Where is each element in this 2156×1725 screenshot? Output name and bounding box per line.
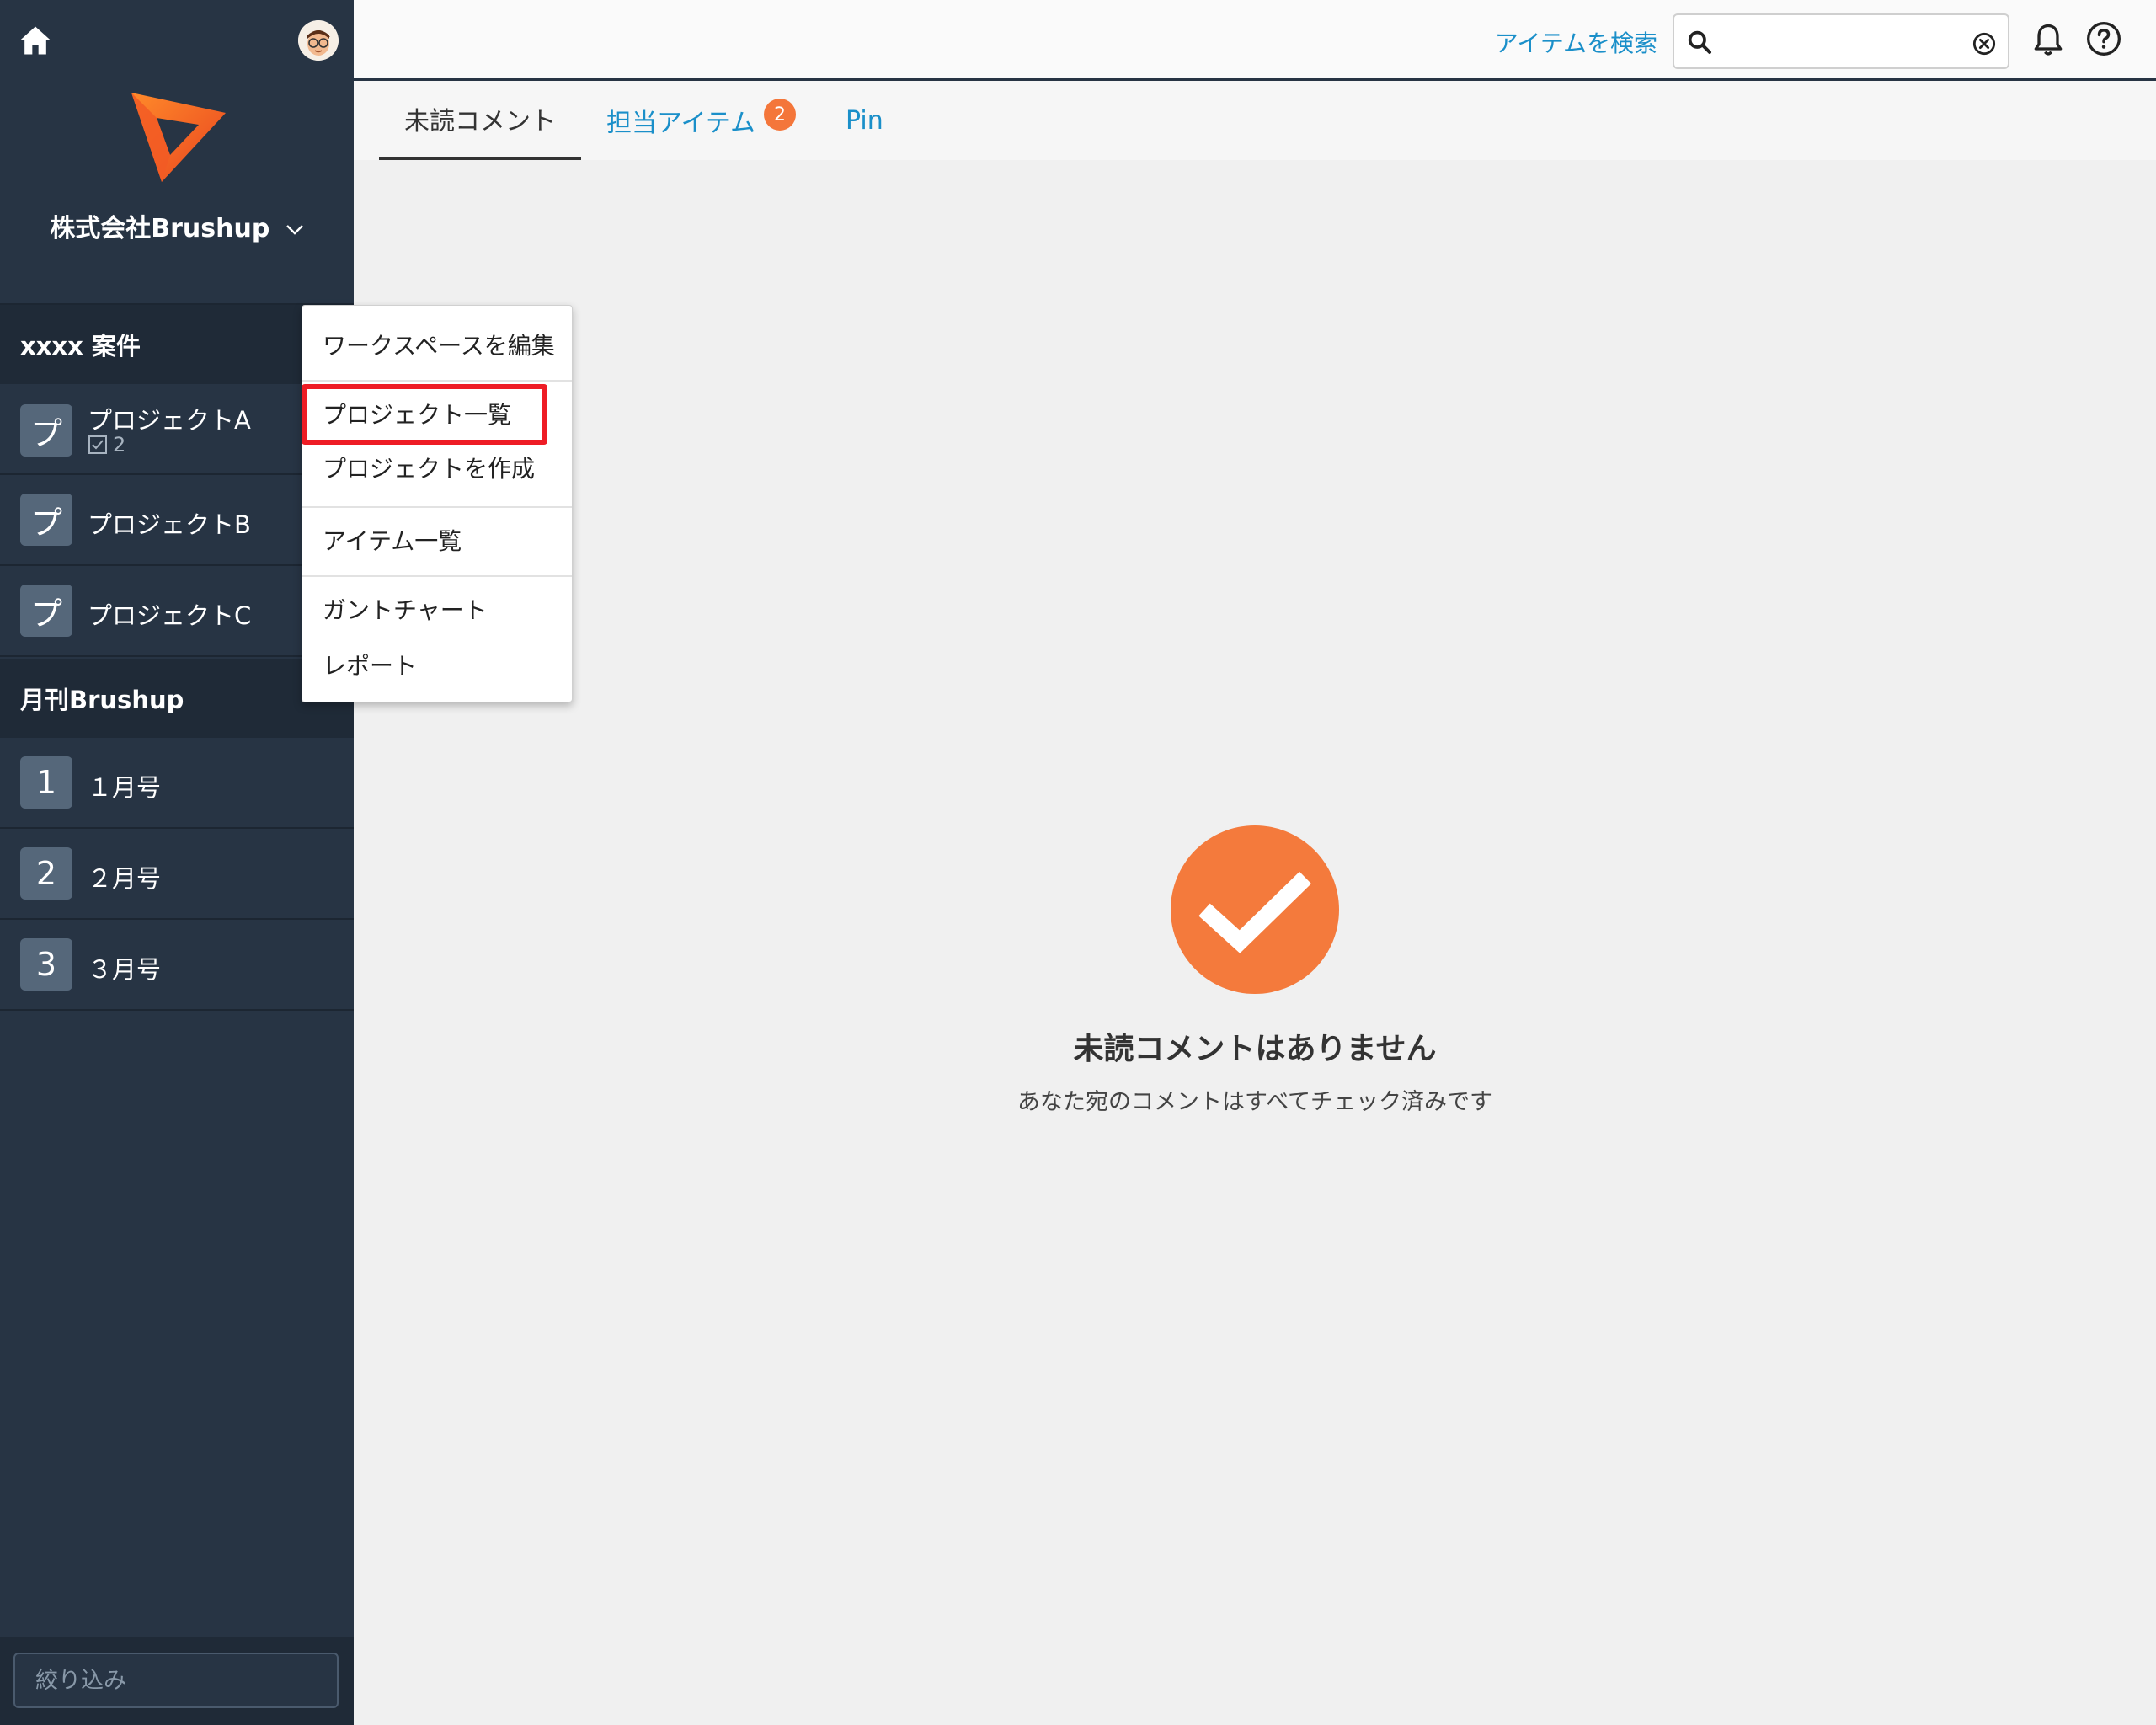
menu-item-edit-workspace[interactable]: ワークスペースを編集 bbox=[323, 328, 555, 361]
workspace-menu: ワークスペースを編集 プロジェクト一覧 プロジェクトを作成 アイテム一覧 ガント… bbox=[302, 305, 573, 702]
avatar-face-icon bbox=[298, 20, 339, 61]
tab-unread-comments[interactable]: 未読コメント bbox=[379, 81, 581, 160]
top-bar: アイテムを検索 bbox=[354, 0, 2156, 81]
org-switcher[interactable]: 株式会社Brushup bbox=[0, 207, 354, 244]
search-icon bbox=[1688, 30, 1711, 54]
workspace-name: 月刊Brushup bbox=[20, 686, 184, 714]
search-items-link[interactable]: アイテムを検索 bbox=[1495, 25, 1657, 59]
empty-state-title: 未読コメントはありません bbox=[1073, 1032, 1437, 1066]
menu-divider bbox=[302, 506, 572, 508]
project-name: プロジェクトA bbox=[88, 406, 251, 435]
search-input[interactable] bbox=[1720, 24, 1959, 61]
menu-item-gantt-chart[interactable]: ガントチャート bbox=[323, 592, 488, 626]
project-tile: 3 bbox=[20, 938, 72, 991]
workspace-header[interactable]: xxxx 案件 bbox=[0, 305, 354, 384]
brushup-logo-icon bbox=[131, 93, 226, 182]
empty-state-subtitle: あなた宛のコメントはすべてチェック済みです bbox=[1017, 1089, 1493, 1115]
project-item[interactable]: プ プロジェクトB bbox=[0, 475, 354, 566]
menu-item-item-list[interactable]: アイテム一覧 bbox=[323, 523, 462, 557]
project-name: １月号 bbox=[88, 773, 162, 802]
project-item[interactable]: 1 １月号 bbox=[0, 738, 354, 829]
menu-item-report[interactable]: レポート bbox=[323, 648, 417, 681]
project-tile: 1 bbox=[20, 756, 72, 809]
project-item[interactable]: 3 ３月号 bbox=[0, 920, 354, 1011]
workspace-name: xxxx 案件 bbox=[20, 332, 141, 360]
bell-icon[interactable] bbox=[2030, 20, 2067, 59]
org-name: 株式会社Brushup bbox=[50, 214, 270, 243]
project-name: ３月号 bbox=[88, 955, 162, 984]
home-icon[interactable] bbox=[17, 22, 54, 59]
clear-search-icon[interactable] bbox=[1972, 32, 1996, 56]
tab-pin[interactable]: Pin bbox=[846, 81, 883, 160]
project-item[interactable]: プ プロジェクトA 2 bbox=[0, 384, 354, 475]
count-badge: 2 bbox=[764, 99, 796, 131]
check-circle-icon bbox=[1171, 825, 1339, 994]
filter-input[interactable] bbox=[34, 1666, 337, 1695]
avatar[interactable] bbox=[298, 20, 339, 61]
tab-assigned-items[interactable]: 担当アイテム 2 bbox=[606, 81, 796, 160]
menu-item-create-project[interactable]: プロジェクトを作成 bbox=[323, 451, 535, 484]
chevron-down-icon bbox=[286, 224, 303, 235]
checkbox-icon bbox=[88, 435, 107, 454]
tab-label: Pin bbox=[846, 105, 883, 136]
project-tile: プ bbox=[20, 404, 72, 457]
project-name: プロジェクトC bbox=[88, 601, 252, 630]
menu-divider bbox=[302, 380, 572, 382]
tab-bar: 未読コメント 担当アイテム 2 Pin bbox=[354, 81, 2156, 160]
help-icon[interactable] bbox=[2085, 20, 2122, 57]
tab-label: 未読コメント bbox=[404, 107, 556, 136]
search-box[interactable] bbox=[1673, 13, 2009, 69]
project-name: ２月号 bbox=[88, 864, 162, 893]
filter-field[interactable] bbox=[13, 1653, 339, 1708]
project-name: プロジェクトB bbox=[88, 510, 251, 539]
tab-label: 担当アイテム bbox=[606, 109, 755, 138]
menu-divider bbox=[302, 575, 572, 577]
sidebar: 株式会社Brushup xxxx 案件 プ プロジェクトA 2 プ プロジェクト… bbox=[0, 0, 354, 1725]
project-tile: プ bbox=[20, 585, 72, 637]
highlight-box bbox=[302, 384, 547, 445]
task-count: 2 bbox=[113, 433, 126, 457]
project-item[interactable]: プ プロジェクトC bbox=[0, 566, 354, 657]
project-task-count: 2 bbox=[88, 433, 125, 457]
project-tile: プ bbox=[20, 494, 72, 546]
project-tile: 2 bbox=[20, 847, 72, 900]
workspace-header[interactable]: 月刊Brushup bbox=[0, 659, 354, 738]
project-item[interactable]: 2 ２月号 bbox=[0, 829, 354, 920]
